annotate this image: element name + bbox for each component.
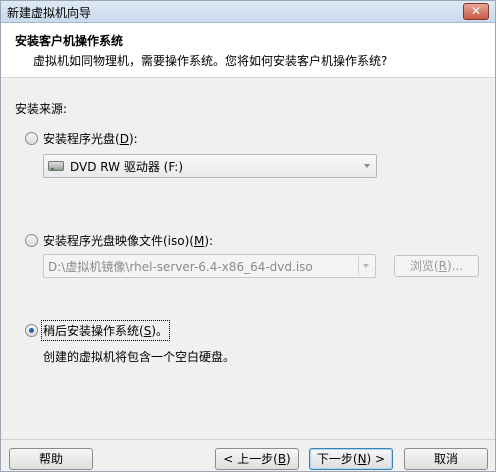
next-button[interactable]: 下一步(N) > <box>309 448 393 470</box>
page-subtitle: 虚拟机如同物理机，需要操作系统。您将如何安装客户机操作系统? <box>33 54 388 68</box>
window-title: 新建虚拟机向导 <box>7 6 92 20</box>
bottom-divider <box>1 439 495 440</box>
chevron-down-icon <box>364 164 370 168</box>
iso-radio-label[interactable]: 安装程序光盘映像文件(iso)(M): <box>43 232 213 249</box>
install-source-label: 安装来源: <box>15 102 68 116</box>
browse-button[interactable]: 浏览(R)... <box>394 255 479 277</box>
chevron-down-icon <box>363 264 369 268</box>
wizard-header: 安装客户机操作系统 虚拟机如同物理机，需要操作系统。您将如何安装客户机操作系统? <box>1 23 495 78</box>
later-radio-label[interactable]: 稍后安装操作系统(S)。 <box>41 320 170 341</box>
page-title: 安装客户机操作系统 <box>15 34 124 48</box>
cancel-button[interactable]: 取消 <box>404 448 488 470</box>
close-button[interactable]: ✕ <box>463 3 489 20</box>
later-note: 创建的虚拟机将包含一个空白硬盘。 <box>43 350 236 364</box>
disc-radio[interactable] <box>25 132 38 145</box>
later-radio[interactable] <box>25 324 38 337</box>
disc-option-row[interactable]: 安装程序光盘(D): <box>25 130 138 147</box>
iso-option-row[interactable]: 安装程序光盘映像文件(iso)(M): <box>25 232 213 249</box>
disc-radio-label[interactable]: 安装程序光盘(D): <box>43 130 138 147</box>
iso-path-value: D:\虚拟机镜像\rhel-server-6.4-x86_64-dvd.iso <box>48 259 313 274</box>
later-option-row[interactable]: 稍后安装操作系统(S)。 <box>25 320 170 341</box>
drive-select-value: DVD RW 驱动器 (F:) <box>70 159 184 174</box>
dvd-drive-icon <box>48 161 64 171</box>
iso-radio[interactable] <box>25 234 38 247</box>
new-vm-wizard-window: 新建虚拟机向导 ✕ 安装客户机操作系统 虚拟机如同物理机，需要操作系统。您将如何… <box>0 0 496 472</box>
drive-select[interactable]: DVD RW 驱动器 (F:) <box>43 154 377 178</box>
back-button[interactable]: < 上一步(B) <box>215 448 299 470</box>
iso-path-select[interactable]: D:\虚拟机镜像\rhel-server-6.4-x86_64-dvd.iso <box>43 254 376 278</box>
title-bar: 新建虚拟机向导 ✕ <box>1 1 495 23</box>
combo-divider <box>358 257 359 275</box>
help-button[interactable]: 帮助 <box>9 448 93 470</box>
close-icon: ✕ <box>470 4 482 18</box>
